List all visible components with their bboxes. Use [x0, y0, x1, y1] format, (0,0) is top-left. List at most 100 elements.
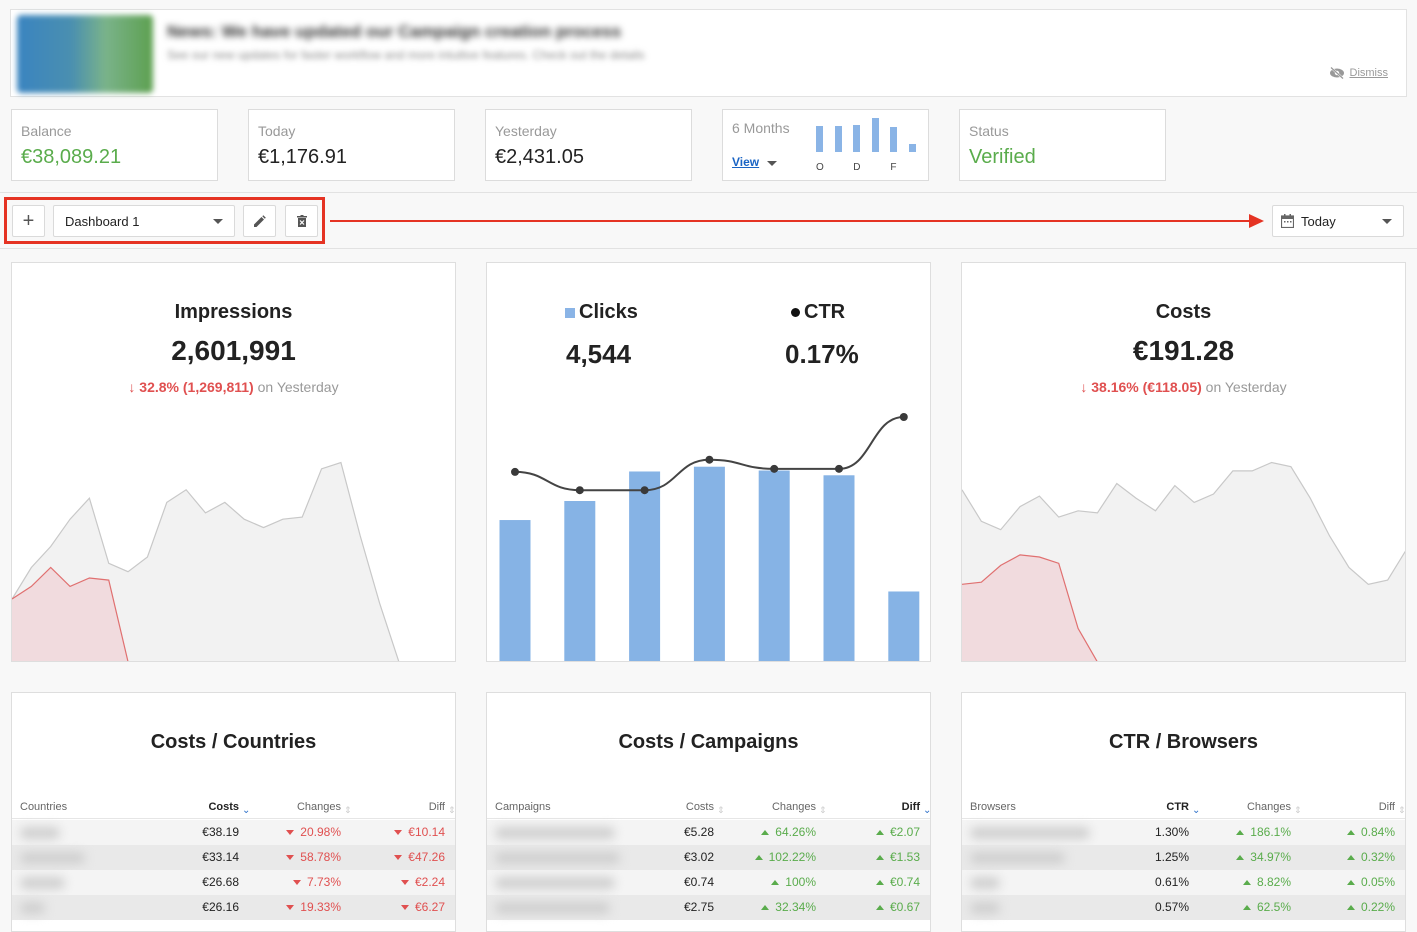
ctr-point — [640, 486, 649, 495]
costs-change: ↓ 38.16% (€118.05) on Yesterday — [962, 379, 1405, 395]
month-bar — [834, 126, 842, 152]
table-row[interactable]: 0.57% 62.5% 0.22% — [962, 895, 1405, 920]
table-row[interactable]: €38.19 20.98% €10.14 — [12, 820, 455, 845]
trend-icon — [400, 880, 409, 886]
row-change: 186.1% — [1236, 825, 1291, 839]
table-row[interactable]: €33.14 58.78% €47.26 — [12, 845, 455, 870]
column-header[interactable]: Changes ⇕ — [296, 801, 352, 815]
clicks-ctr-panel: Clicks 4,544 CTR 0.17% — [486, 262, 931, 662]
table-row[interactable]: €2.75 32.34% €0.67 — [487, 895, 930, 920]
costs-title: Costs — [1155, 301, 1212, 323]
row-change: 32.34% — [761, 900, 816, 914]
view-dropdown[interactable]: View — [732, 155, 759, 169]
row-value: €33.14 — [202, 850, 239, 864]
today-value: €1,176.91 — [258, 146, 347, 168]
trend-icon — [875, 855, 884, 861]
sort-icon: ⇕ — [819, 805, 827, 815]
row-change: 7.73% — [292, 875, 341, 889]
column-header-label: Diff — [1378, 801, 1395, 813]
clicks-bar — [888, 591, 920, 661]
trend-icon — [394, 830, 403, 836]
date-range-value: Today — [1301, 213, 1336, 229]
column-header[interactable]: Costs ⌄ — [208, 801, 250, 816]
row-value: 1.25% — [1154, 850, 1189, 864]
row-name-redacted — [20, 902, 45, 914]
column-header[interactable]: Diff ⌄ — [901, 801, 930, 816]
clicks-bar — [823, 475, 855, 661]
column-header: Countries — [20, 801, 67, 813]
column-header[interactable]: Changes ⇕ — [772, 801, 827, 815]
table-panel: Costs / Countries Countries Costs ⌄ Changes ⇕… — [11, 692, 456, 932]
trend-icon — [292, 880, 301, 886]
row-value: €5.28 — [683, 825, 714, 839]
row-change: 20.98% — [286, 825, 341, 839]
annotation-arrow-head — [1249, 214, 1264, 228]
trend-icon — [1242, 905, 1251, 911]
column-header-label: CTR — [1166, 801, 1189, 813]
column-header-label: Changes — [296, 801, 341, 813]
row-diff: 0.32% — [1346, 850, 1395, 864]
row-diff: €10.14 — [394, 825, 445, 839]
row-diff: €0.67 — [875, 900, 920, 914]
row-name-redacted — [970, 902, 1000, 914]
row-name-redacted — [970, 877, 1000, 889]
costs-area-chart — [962, 461, 1405, 661]
table-header: Countries Costs ⌄ Changes ⇕ Diff ⇕ — [12, 797, 455, 819]
sort-icon: ⇕ — [448, 805, 456, 815]
impressions-change-suffix: on Yesterday — [257, 379, 339, 395]
today-card: Today €1,176.91 — [248, 109, 455, 181]
trend-icon — [286, 830, 295, 836]
date-range-select[interactable]: Today — [1272, 205, 1404, 237]
impressions-change: ↓ 32.8% (1,269,811) on Yesterday — [12, 379, 455, 395]
table-row[interactable]: €26.16 19.33% €6.27 — [12, 895, 455, 920]
table-row[interactable]: 1.25% 34.97% 0.32% — [962, 845, 1405, 870]
impressions-area-chart — [12, 461, 400, 661]
row-change: 62.5% — [1242, 900, 1291, 914]
month-axis-label: F — [890, 162, 897, 173]
trend-icon — [286, 855, 295, 861]
table-row[interactable]: 1.30% 186.1% 0.84% — [962, 820, 1405, 845]
table-row[interactable]: 0.61% 8.82% 0.05% — [962, 870, 1405, 895]
ctr-point — [575, 486, 584, 495]
row-change: 100% — [771, 875, 816, 889]
row-value: 0.57% — [1154, 900, 1189, 914]
row-diff: €0.74 — [875, 875, 920, 889]
ctr-legend-dot — [791, 308, 800, 317]
column-header[interactable]: Changes ⇕ — [1247, 801, 1302, 815]
dismiss-button[interactable]: Dismiss — [1329, 67, 1388, 79]
row-name-redacted — [495, 902, 610, 914]
news-image — [17, 15, 153, 93]
row-change: 102.22% — [754, 850, 816, 864]
view-caret-icon[interactable] — [767, 161, 777, 166]
table-row[interactable]: €3.02 102.22% €1.53 — [487, 845, 930, 870]
table-row[interactable]: €26.68 7.73% €2.24 — [12, 870, 455, 895]
row-name-redacted — [970, 852, 1065, 864]
table-row[interactable]: €5.28 64.26% €2.07 — [487, 820, 930, 845]
sort-icon: ⇕ — [344, 805, 352, 815]
table-title: Costs / Countries — [150, 731, 317, 753]
row-change: 34.97% — [1236, 850, 1291, 864]
column-header-label: Countries — [20, 801, 68, 813]
divider — [0, 248, 1417, 249]
six-months-label: 6 Months — [732, 120, 790, 136]
column-header-label: Diff — [901, 801, 920, 813]
column-header[interactable]: Diff ⇕ — [429, 801, 455, 815]
row-value: €26.68 — [202, 875, 239, 889]
annotation-arrow — [330, 220, 1250, 222]
table-row[interactable]: €0.74 100% €0.74 — [487, 870, 930, 895]
row-name-redacted — [970, 827, 1090, 839]
row-value: €26.16 — [202, 900, 239, 914]
row-diff: 0.84% — [1346, 825, 1395, 839]
column-header[interactable]: Diff ⇕ — [1378, 801, 1405, 815]
ctr-point — [835, 464, 843, 473]
news-title: News: We have updated our Campaign creat… — [167, 22, 622, 41]
yesterday-label: Yesterday — [495, 123, 557, 139]
row-change: 19.33% — [286, 900, 341, 914]
divider — [0, 192, 1417, 193]
trend-icon — [1346, 855, 1355, 861]
trend-icon — [394, 855, 403, 861]
column-header[interactable]: CTR ⌄ — [1166, 801, 1200, 816]
column-header[interactable]: Costs ⇕ — [686, 801, 725, 815]
trend-icon — [875, 830, 884, 836]
impressions-title: Impressions — [174, 301, 293, 323]
